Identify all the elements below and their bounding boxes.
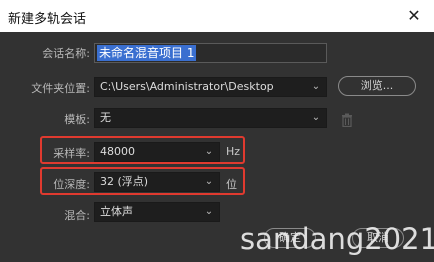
folder-value: C:\Users\Administrator\Desktop	[100, 80, 274, 93]
bit-depth-unit: 位	[226, 178, 237, 191]
sample-rate-label: 采样率:	[53, 147, 90, 160]
sample-rate-unit: Hz	[226, 145, 241, 158]
trash-icon[interactable]	[341, 113, 353, 127]
chevron-down-icon: ⌄	[204, 146, 214, 157]
browse-button[interactable]: 浏览...	[338, 76, 416, 96]
bit-depth-select[interactable]: 32 (浮点) ⌄	[94, 172, 220, 192]
chevron-down-icon: ⌄	[311, 81, 321, 92]
session-name-input[interactable]: 未命名混音项目 1	[94, 43, 327, 63]
folder-select[interactable]: C:\Users\Administrator\Desktop ⌄	[94, 77, 327, 97]
title-bar: 新建多轨会话 ✕	[0, 0, 434, 32]
session-name-value: 未命名混音项目 1	[97, 45, 197, 61]
folder-label: 文件夹位置:	[31, 82, 90, 95]
mix-value: 立体声	[100, 205, 133, 218]
bit-depth-value: 32 (浮点)	[100, 175, 149, 188]
template-label: 模板:	[64, 113, 90, 126]
watermark-text: sandang2021	[240, 222, 434, 256]
chevron-down-icon: ⌄	[204, 176, 214, 187]
mix-label: 混合:	[64, 209, 90, 222]
template-value: 无	[100, 111, 111, 124]
sample-rate-select[interactable]: 48000 ⌄	[94, 142, 220, 162]
chevron-down-icon: ⌄	[311, 112, 321, 123]
template-select[interactable]: 无 ⌄	[94, 108, 327, 128]
window-title: 新建多轨会话	[8, 12, 87, 27]
close-icon[interactable]: ✕	[400, 2, 428, 30]
sample-rate-value: 48000	[100, 145, 135, 158]
mix-select[interactable]: 立体声 ⌄	[94, 202, 220, 222]
chevron-down-icon: ⌄	[204, 206, 214, 217]
session-name-label: 会话名称:	[42, 47, 90, 60]
bit-depth-label: 位深度:	[53, 178, 90, 191]
